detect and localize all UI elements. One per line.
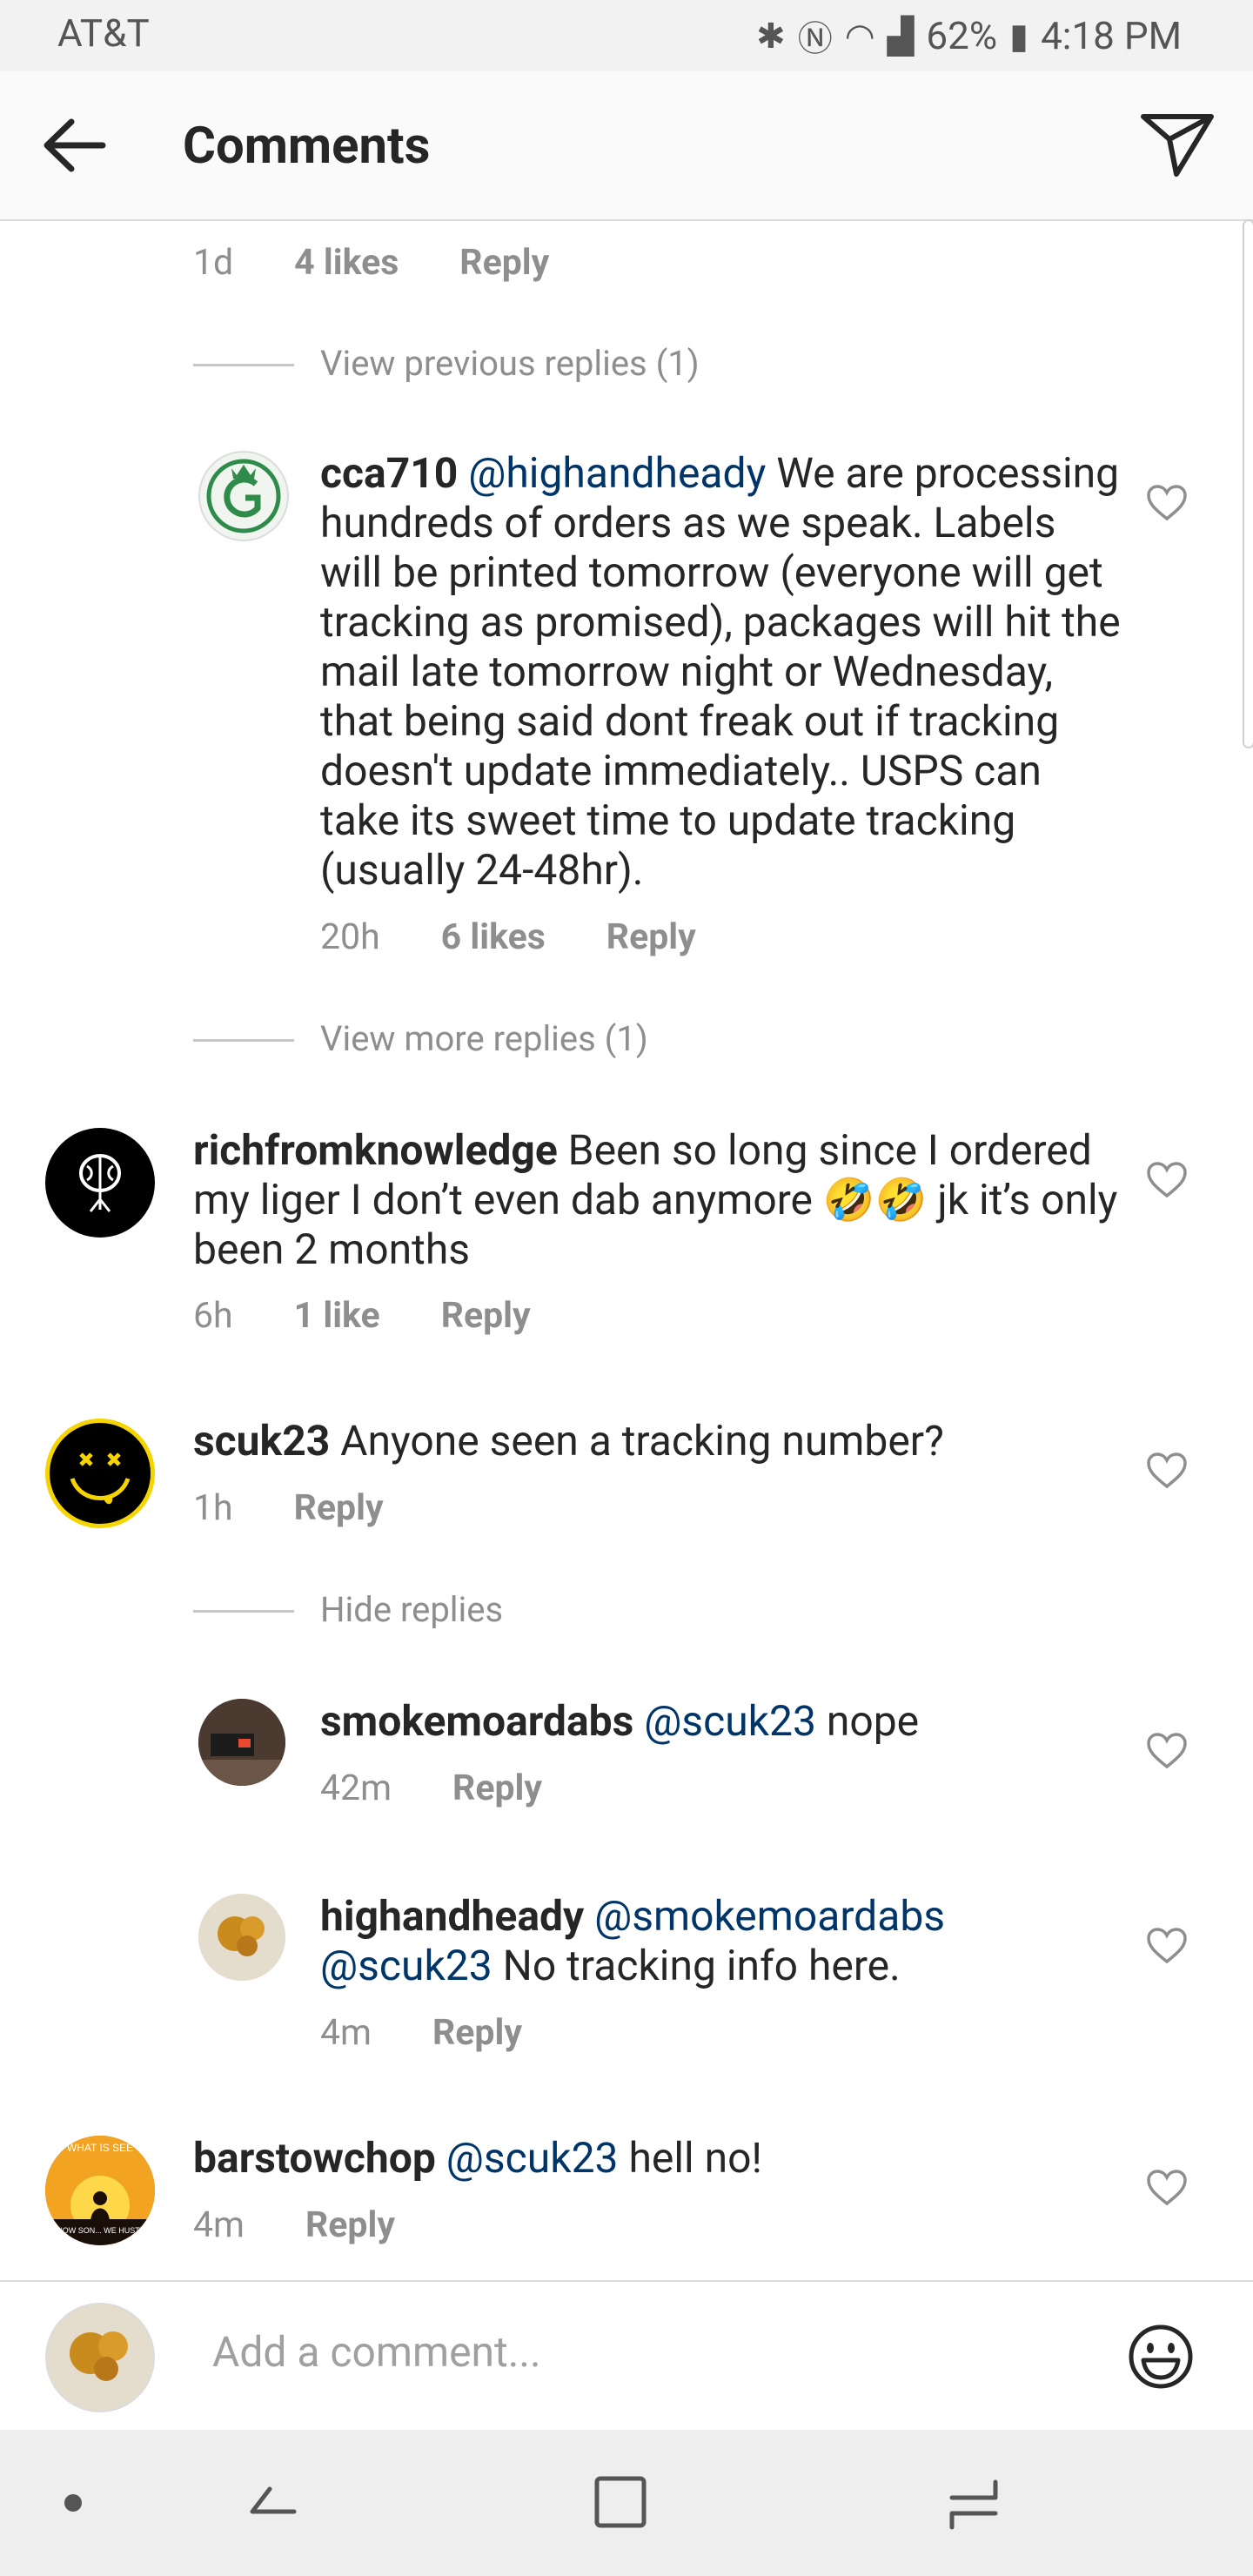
username[interactable]: richfromknowledge	[193, 1125, 558, 1175]
comment-compose-bar: Add a comment...	[0, 2280, 1253, 2432]
avatar[interactable]	[198, 1894, 285, 1981]
wifi-icon: ◠	[844, 15, 875, 57]
signal-icon: ▟	[887, 15, 915, 57]
likes-count[interactable]: 4 likes	[294, 242, 399, 284]
comment-text: cca710 @highandheady We are processing h…	[320, 448, 1121, 895]
comment-text: highandheady @smokemoardabs @scuk23 No t…	[320, 1891, 1121, 1990]
like-heart-icon[interactable]	[1145, 1732, 1189, 1770]
comment-time: 6h	[193, 1295, 233, 1337]
direct-send-icon[interactable]	[1138, 110, 1216, 179]
system-nav-bar	[0, 2430, 1253, 2576]
reply-button[interactable]: Reply	[459, 242, 549, 284]
comment-time: 4m	[320, 2012, 372, 2054]
comment-text: richfromknowledge Been so long since I o…	[193, 1125, 1133, 1274]
reply-button[interactable]: Reply	[452, 1768, 542, 1809]
hide-replies[interactable]: Hide replies	[320, 1589, 503, 1630]
own-avatar	[45, 2303, 155, 2412]
avatar[interactable]	[198, 451, 289, 541]
cca710-logo	[206, 459, 281, 533]
nav-dot-icon[interactable]	[63, 2492, 84, 2513]
like-heart-icon[interactable]	[1145, 2169, 1189, 2207]
comment-body: No tracking info here.	[502, 1941, 901, 1990]
nfc-icon: Ⓝ	[797, 18, 833, 59]
comment-time: 1d	[193, 242, 234, 284]
reply-button[interactable]: Reply	[294, 1487, 384, 1529]
like-heart-icon[interactable]	[1145, 484, 1189, 522]
bluetooth-icon: ✱	[756, 15, 786, 57]
status-icons: ✱ Ⓝ ◠ ▟ 62% ▮ 4:18 PM	[756, 10, 1182, 61]
comment-time: 20h	[320, 916, 380, 958]
like-heart-icon[interactable]	[1145, 1161, 1189, 1199]
sunset-silhouette-image: WHAT IS SEE N'T KNOW SON... WE HUSTLERS!	[45, 2136, 155, 2245]
comment-meta: 20h 6 likes Reply	[320, 916, 696, 958]
divider-line	[193, 1039, 294, 1042]
view-more-replies[interactable]: View more replies (1)	[320, 1018, 648, 1059]
mention-link[interactable]: @scuk23	[644, 1696, 816, 1746]
avatar-caption-top: WHAT IS SEE	[67, 2142, 133, 2154]
mention-link[interactable]: @highandheady	[468, 448, 766, 498]
comment-body: We are processing hundreds of orders as …	[320, 448, 1121, 895]
comment-meta: 1d 4 likes Reply	[193, 242, 549, 284]
photo-thumbnail	[198, 1699, 285, 1786]
avatar[interactable]	[45, 1419, 155, 1528]
battery-percent: 62%	[926, 13, 998, 58]
comment-meta: 6h 1 like Reply	[193, 1295, 531, 1337]
reply-button[interactable]: Reply	[606, 916, 696, 958]
comment-text: smokemoardabs @scuk23 nope	[320, 1696, 1121, 1746]
reply-button[interactable]: Reply	[441, 1295, 531, 1337]
likes-count[interactable]: 1 like	[294, 1295, 380, 1337]
like-heart-icon[interactable]	[1145, 1452, 1189, 1490]
comment-time: 1h	[193, 1487, 233, 1529]
nav-recents-icon[interactable]	[943, 2472, 1004, 2532]
status-bar: AT&T ✱ Ⓝ ◠ ▟ 62% ▮ 4:18 PM	[0, 0, 1253, 71]
comment-meta: 4m Reply	[193, 2204, 395, 2246]
reply-button[interactable]: Reply	[305, 2204, 395, 2246]
comment-time: 4m	[193, 2204, 245, 2246]
username[interactable]: cca710	[320, 448, 458, 498]
comment-meta: 42m Reply	[320, 1768, 542, 1809]
photo-thumbnail	[198, 1894, 285, 1981]
comment-body: hell no!	[628, 2133, 762, 2183]
comment-text: scuk23 Anyone seen a tracking number?	[193, 1416, 1133, 1466]
brain-logo	[79, 1154, 121, 1212]
comment-meta: 1h Reply	[193, 1487, 384, 1529]
likes-count[interactable]: 6 likes	[441, 916, 546, 958]
nav-home-icon[interactable]	[592, 2472, 653, 2532]
comment-body: nope	[826, 1696, 920, 1746]
reply-button[interactable]: Reply	[432, 2012, 522, 2054]
username[interactable]: smokemoardabs	[320, 1696, 633, 1746]
comment-text: barstowchop @scuk23 hell no!	[193, 2133, 1133, 2183]
username[interactable]: barstowchop	[193, 2133, 436, 2183]
comment-body: Anyone seen a tracking number?	[340, 1416, 944, 1466]
photo-thumbnail	[47, 2304, 153, 2411]
avatar[interactable]: WHAT IS SEE N'T KNOW SON... WE HUSTLERS!	[45, 2136, 155, 2245]
emoji-icon[interactable]	[1126, 2322, 1196, 2392]
comment-time: 42m	[320, 1768, 392, 1809]
smiley-face-icon	[70, 1452, 131, 1505]
comment-meta: 4m Reply	[320, 2012, 522, 2054]
view-previous-replies[interactable]: View previous replies (1)	[320, 343, 700, 384]
header: Comments	[0, 71, 1253, 221]
username[interactable]: highandheady	[320, 1891, 584, 1941]
username[interactable]: scuk23	[193, 1416, 330, 1466]
page-title: Comments	[183, 117, 431, 176]
avatar[interactable]	[198, 1699, 285, 1786]
nav-back-icon[interactable]	[244, 2472, 299, 2532]
divider-line	[193, 1610, 294, 1613]
comment-input[interactable]: Add a comment...	[212, 2327, 541, 2377]
avatar-caption-bottom: N'T KNOW SON... WE HUSTLERS!	[45, 2226, 155, 2235]
like-heart-icon[interactable]	[1145, 1927, 1189, 1965]
carrier-label: AT&T	[57, 10, 150, 56]
mention-link[interactable]: @scuk23	[446, 2133, 619, 2183]
divider-line	[193, 364, 294, 366]
battery-icon: ▮	[1009, 15, 1029, 57]
scrollbar[interactable]	[1243, 219, 1253, 748]
avatar[interactable]	[45, 1128, 155, 1238]
clock: 4:18 PM	[1041, 13, 1182, 58]
back-arrow-icon[interactable]	[42, 115, 108, 176]
